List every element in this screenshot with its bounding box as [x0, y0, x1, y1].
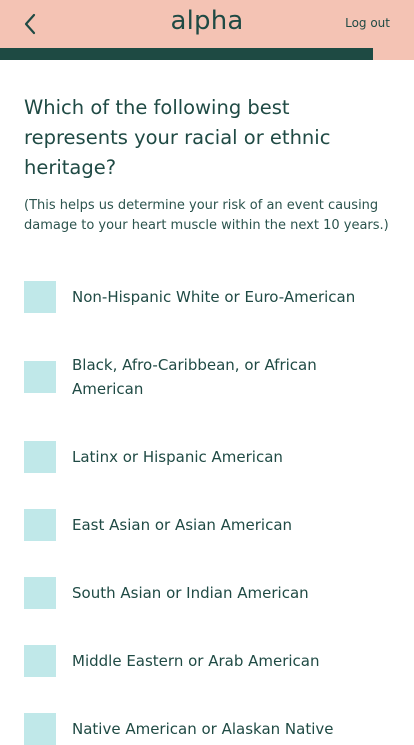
option-label: South Asian or Indian American [72, 584, 309, 602]
checkbox[interactable] [24, 281, 56, 313]
option-label: Latinx or Hispanic American [72, 448, 283, 466]
option-label: Non-Hispanic White or Euro-American [72, 288, 356, 306]
logout-link[interactable]: Log out [345, 16, 390, 30]
checkbox[interactable] [24, 577, 56, 609]
question-helper-text: (This helps us determine your risk of an… [24, 198, 389, 233]
progress-fill [0, 48, 373, 60]
option-label: Native American or Alaskan Native [72, 720, 334, 738]
checkbox[interactable] [24, 645, 56, 677]
checkbox[interactable] [24, 713, 56, 745]
top-bar: alpha Log out [0, 0, 414, 48]
option-label: Middle Eastern or Arab American [72, 652, 320, 670]
option-label: East Asian or Asian American [72, 516, 293, 534]
question-title: Which of the following best represents y… [24, 96, 331, 179]
checkbox[interactable] [24, 361, 56, 393]
checkbox[interactable] [24, 509, 56, 541]
checkbox[interactable] [24, 441, 56, 473]
option-label: Black, Afro-Caribbean, or African Americ… [72, 356, 317, 398]
progress-bar [0, 48, 414, 60]
